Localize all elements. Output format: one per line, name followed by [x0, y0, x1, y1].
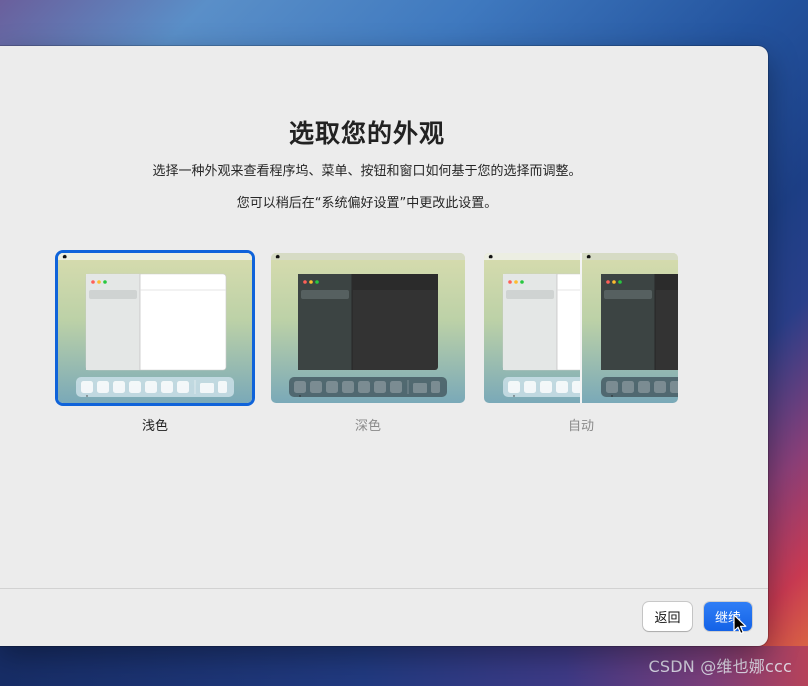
light-preview-thumbnail	[58, 253, 252, 403]
option-label-light: 浅色	[141, 419, 168, 434]
mouse-pointer-icon	[733, 614, 747, 635]
page-subtitle: 选择一种外观来查看程序坞、菜单、按钮和窗口如何基于您的选择而调整。	[152, 164, 582, 179]
appearance-option-dark[interactable]: 深色	[271, 253, 465, 434]
footer-divider	[0, 588, 768, 589]
option-label-auto: 自动	[567, 419, 594, 434]
option-label-dark: 深色	[354, 419, 381, 434]
settings-note: 您可以稍后在“系统偏好设置”中更改此设置。	[236, 196, 498, 211]
auto-preview-thumbnail	[484, 253, 678, 403]
appearance-option-auto[interactable]: 自动	[484, 253, 678, 434]
setup-assistant-window: 选取您的外观 选择一种外观来查看程序坞、菜单、按钮和窗口如何基于您的选择而调整。…	[0, 46, 768, 646]
watermark-text: CSDN @维也娜ccc	[648, 657, 792, 676]
back-button[interactable]: 返回	[643, 602, 692, 631]
page-title: 选取您的外观	[288, 119, 445, 148]
dark-preview-thumbnail	[271, 253, 465, 403]
appearance-option-light[interactable]: 浅色	[58, 253, 252, 434]
